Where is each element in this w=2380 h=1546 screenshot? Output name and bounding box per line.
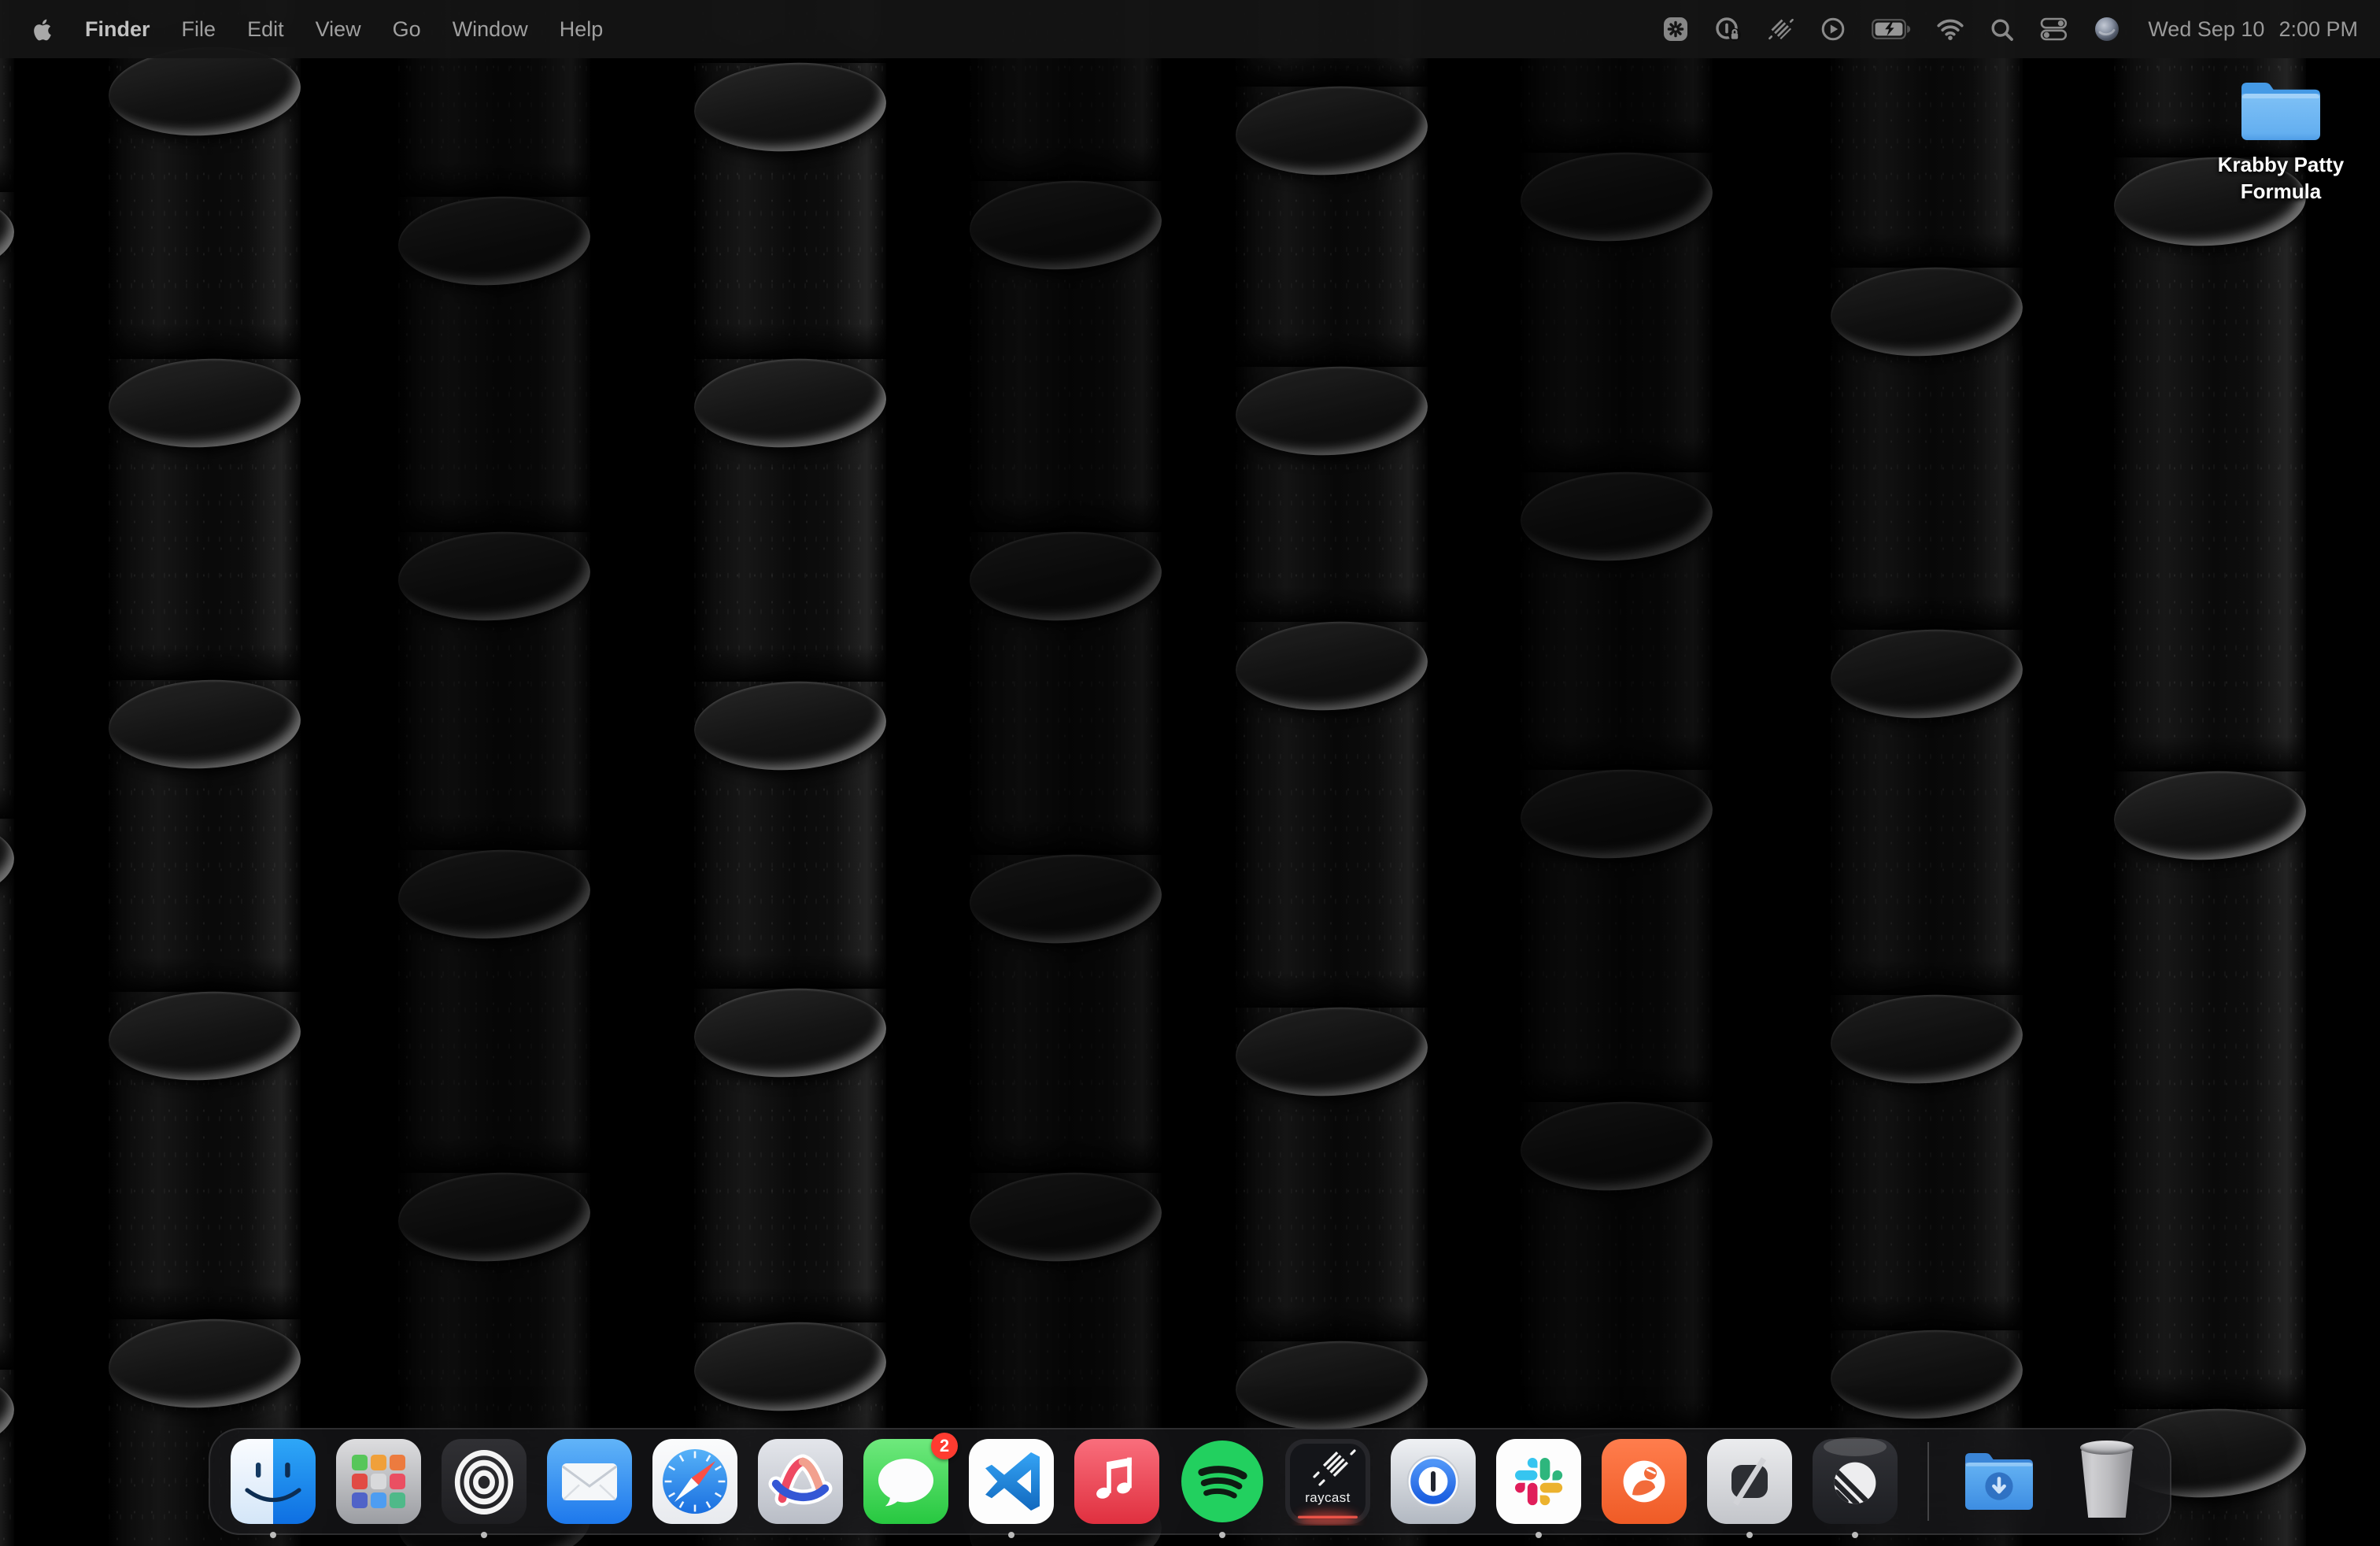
siri-icon[interactable] [2093, 16, 2119, 43]
wallpaper-column [970, 0, 1162, 1546]
dock: 2 [209, 1428, 2171, 1535]
messages-unread-badge: 2 [931, 1433, 958, 1459]
dock-1password[interactable] [1389, 1437, 1477, 1526]
wallpaper-column [0, 0, 14, 1546]
dock-raycast[interactable]: raycast [1284, 1437, 1372, 1526]
raycast-label: raycast [1284, 1489, 1372, 1505]
wallpaper-column [1236, 0, 1428, 1546]
menu-view[interactable]: View [300, 0, 377, 58]
dock-safari[interactable] [651, 1437, 739, 1526]
raycast-logo-icon[interactable] [1767, 16, 1794, 43]
wallpaper-column [1831, 0, 2023, 1546]
dock-divider [1927, 1442, 1929, 1521]
downloads-folder-icon [1957, 1437, 2046, 1526]
trash-rim [2080, 1441, 2134, 1455]
menu-file[interactable]: File [166, 0, 232, 58]
apple-menu-icon[interactable] [16, 17, 69, 42]
dock-concentric-rings-app[interactable] [440, 1437, 528, 1526]
spotify-icon [1178, 1437, 1266, 1526]
wallpaper-column [694, 0, 886, 1546]
menu-bar-status: Wed Sep 10 2:00 PM [1661, 16, 2380, 43]
desktop-folder-krabby-patty-formula[interactable]: Krabby Patty Formula [2186, 71, 2375, 205]
control-center-icon[interactable] [2039, 17, 2068, 41]
menu-bar-left: Finder File Edit View Go Window Help [0, 0, 619, 58]
screen: Finder File Edit View Go Window Help [0, 0, 2380, 1546]
dock-downloads-folder[interactable] [1957, 1437, 2046, 1526]
now-playing-icon[interactable] [1819, 16, 1846, 43]
dock-launchpad[interactable] [334, 1437, 423, 1526]
vscode-icon [967, 1437, 1055, 1526]
dock-trash[interactable] [2063, 1437, 2151, 1526]
wallpaper-column [109, 0, 301, 1546]
dock-arc-browser[interactable] [756, 1437, 844, 1526]
dock-slack[interactable] [1495, 1437, 1583, 1526]
dock-split-window-app[interactable] [1706, 1437, 1794, 1526]
wallpaper-column [1521, 0, 1713, 1546]
menu-help[interactable]: Help [544, 0, 619, 58]
menu-clock[interactable]: Wed Sep 10 2:00 PM [2148, 17, 2358, 41]
concentric-rings-app-icon [440, 1437, 528, 1526]
dock-mail[interactable] [545, 1437, 634, 1526]
split-window-app-icon [1706, 1437, 1794, 1526]
mail-icon [545, 1437, 634, 1526]
dock-spotify[interactable] [1178, 1437, 1266, 1526]
menu-edit[interactable]: Edit [231, 0, 300, 58]
dock-messages[interactable]: 2 [862, 1437, 950, 1526]
dock-linear[interactable] [1811, 1437, 1899, 1526]
folder-icon [2234, 71, 2327, 148]
menu-bar: Finder File Edit View Go Window Help [0, 0, 2380, 58]
onepassword-lock-icon[interactable] [1713, 16, 1742, 43]
wallpaper-column [2114, 0, 2306, 1546]
menu-date: Wed Sep 10 [2148, 17, 2264, 41]
battery-charging-icon[interactable] [1871, 19, 1910, 39]
wallpaper-column [398, 0, 590, 1546]
postman-icon [1600, 1437, 1688, 1526]
menu-go[interactable]: Go [377, 0, 437, 58]
dock-finder[interactable] [229, 1437, 317, 1526]
spotlight-search-icon[interactable] [1989, 17, 2014, 42]
dock-postman[interactable] [1600, 1437, 1688, 1526]
apple-music-icon [1073, 1437, 1161, 1526]
pinwheel-app-icon[interactable] [1661, 16, 1688, 43]
wallpaper [0, 0, 2380, 1546]
menu-finder[interactable]: Finder [69, 0, 166, 58]
folder-label: Krabby Patty Formula [2199, 153, 2363, 205]
dock-apple-music[interactable] [1073, 1437, 1161, 1526]
safari-icon [651, 1437, 739, 1526]
raycast-icon [1284, 1437, 1372, 1526]
menu-time: 2:00 PM [2278, 17, 2358, 41]
wifi-icon[interactable] [1935, 17, 1964, 41]
menu-window[interactable]: Window [437, 0, 544, 58]
slack-icon [1495, 1437, 1583, 1526]
launchpad-icon [334, 1437, 423, 1526]
trash-icon [2080, 1447, 2134, 1518]
dock-vscode[interactable] [967, 1437, 1055, 1526]
apple-logo-glyph [30, 17, 55, 42]
arc-browser-icon [756, 1437, 844, 1526]
linear-icon [1811, 1437, 1899, 1526]
1password-icon [1389, 1437, 1477, 1526]
finder-icon [229, 1437, 317, 1526]
